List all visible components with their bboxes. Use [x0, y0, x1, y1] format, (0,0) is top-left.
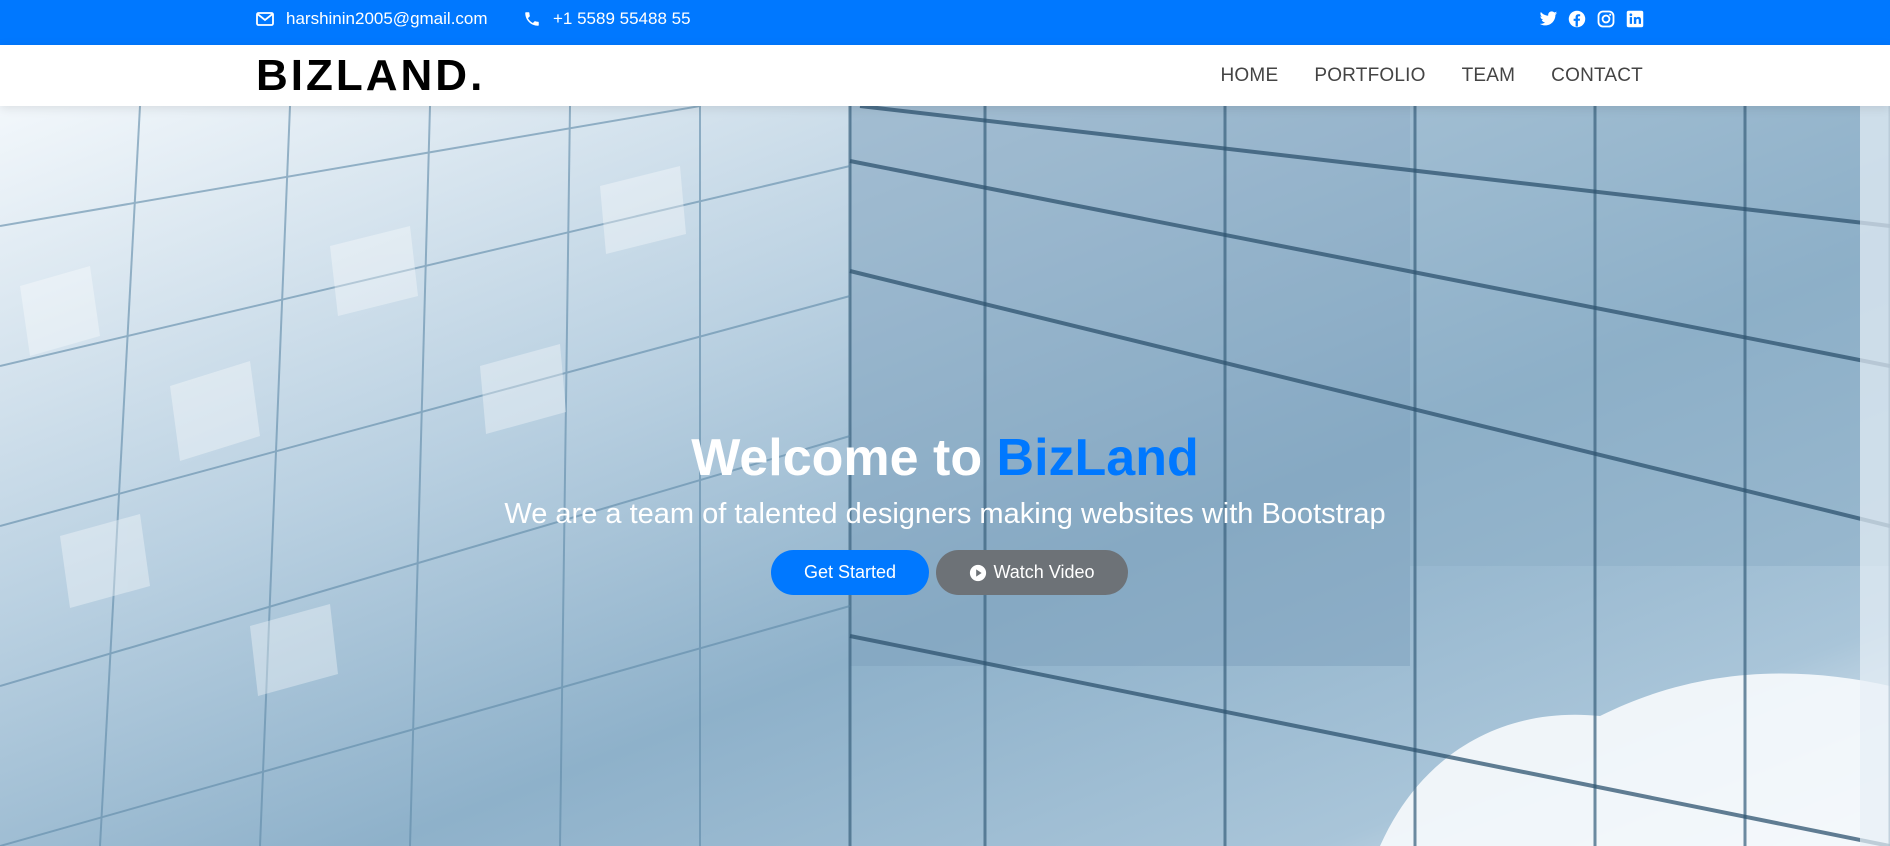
play-circle-icon	[970, 564, 987, 581]
top-bar: harshinin2005@gmail.com +1 5589 55488 55	[0, 0, 1890, 45]
phone-contact[interactable]: +1 5589 55488 55	[523, 0, 691, 38]
instagram-icon[interactable]	[1596, 9, 1616, 29]
nav-home[interactable]: HOME	[1221, 65, 1279, 87]
hero-title-accent: BizLand	[996, 429, 1199, 487]
email-text: harshinin2005@gmail.com	[286, 9, 488, 28]
nav-contact[interactable]: CONTACT	[1551, 65, 1643, 87]
nav-team[interactable]: TEAM	[1462, 65, 1516, 87]
linkedin-icon[interactable]	[1625, 9, 1645, 29]
hero-title-prefix: Welcome to	[691, 429, 997, 487]
hero-subtitle: We are a team of talented designers maki…	[504, 498, 1386, 530]
twitter-icon[interactable]	[1538, 9, 1558, 29]
facebook-icon[interactable]	[1567, 9, 1587, 29]
phone-text: +1 5589 55488 55	[553, 9, 691, 28]
phone-icon	[525, 12, 539, 26]
main-nav: HOME PORTFOLIO TEAM CONTACT	[1185, 45, 1643, 106]
hero-title: Welcome to BizLand	[0, 428, 1890, 488]
hero-section: Welcome to BizLand We are a team of tale…	[0, 106, 1890, 846]
envelope-icon	[256, 12, 274, 26]
site-header: BIZLAND. HOME PORTFOLIO TEAM CONTACT	[0, 45, 1890, 106]
social-links	[1529, 0, 1645, 38]
nav-portfolio[interactable]: PORTFOLIO	[1314, 65, 1425, 87]
watch-video-button[interactable]: Watch Video	[936, 550, 1128, 595]
watch-video-label: Watch Video	[993, 562, 1095, 582]
get-started-label: Get Started	[803, 562, 897, 582]
email-contact[interactable]: harshinin2005@gmail.com	[256, 0, 488, 38]
get-started-button[interactable]: Get Started	[771, 550, 929, 595]
site-logo[interactable]: BIZLAND.	[256, 47, 485, 104]
